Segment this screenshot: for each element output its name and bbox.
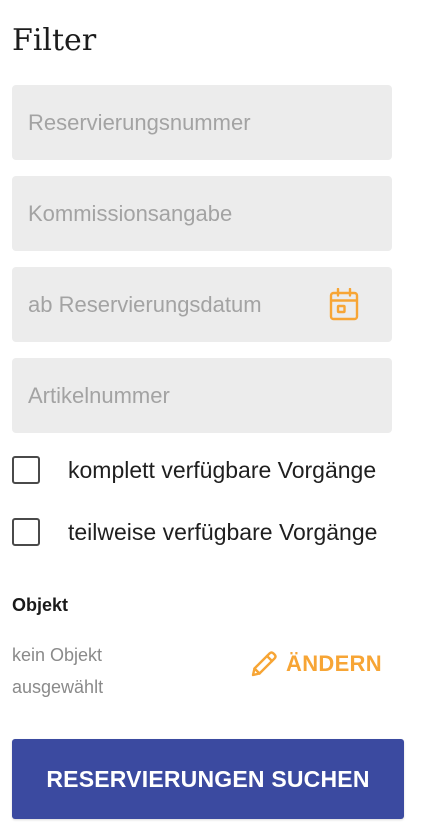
filter-title: Filter xyxy=(12,23,97,58)
checkbox-complete[interactable] xyxy=(12,456,40,484)
object-value: kein Objekt ausgewählt xyxy=(12,645,104,697)
object-heading: Objekt xyxy=(12,595,69,615)
pencil-icon xyxy=(251,651,277,677)
checkbox-complete-label[interactable]: komplett verfügbare Vorgänge xyxy=(68,457,376,484)
search-reservations-button[interactable]: RESERVIERUNGEN SUCHEN xyxy=(12,739,404,819)
checkbox-partial[interactable] xyxy=(12,518,40,546)
calendar-icon[interactable] xyxy=(329,288,359,321)
change-object-button[interactable]: ÄNDERN xyxy=(248,644,382,684)
change-object-label[interactable]: ÄNDERN xyxy=(286,651,382,677)
commission-field[interactable] xyxy=(12,176,392,251)
reservation-number-input[interactable] xyxy=(12,85,392,160)
checkbox-partial-label[interactable]: teilweise verfügbare Vorgänge xyxy=(68,519,377,546)
reservation-number-field[interactable] xyxy=(12,85,392,160)
article-number-input[interactable] xyxy=(12,358,392,433)
reservation-date-field[interactable] xyxy=(12,267,392,342)
checkbox-partial-row[interactable]: teilweise verfügbare Vorgänge xyxy=(12,518,377,546)
article-number-field[interactable] xyxy=(12,358,392,433)
commission-input[interactable] xyxy=(12,176,392,251)
checkbox-complete-row[interactable]: komplett verfügbare Vorgänge xyxy=(12,456,376,484)
